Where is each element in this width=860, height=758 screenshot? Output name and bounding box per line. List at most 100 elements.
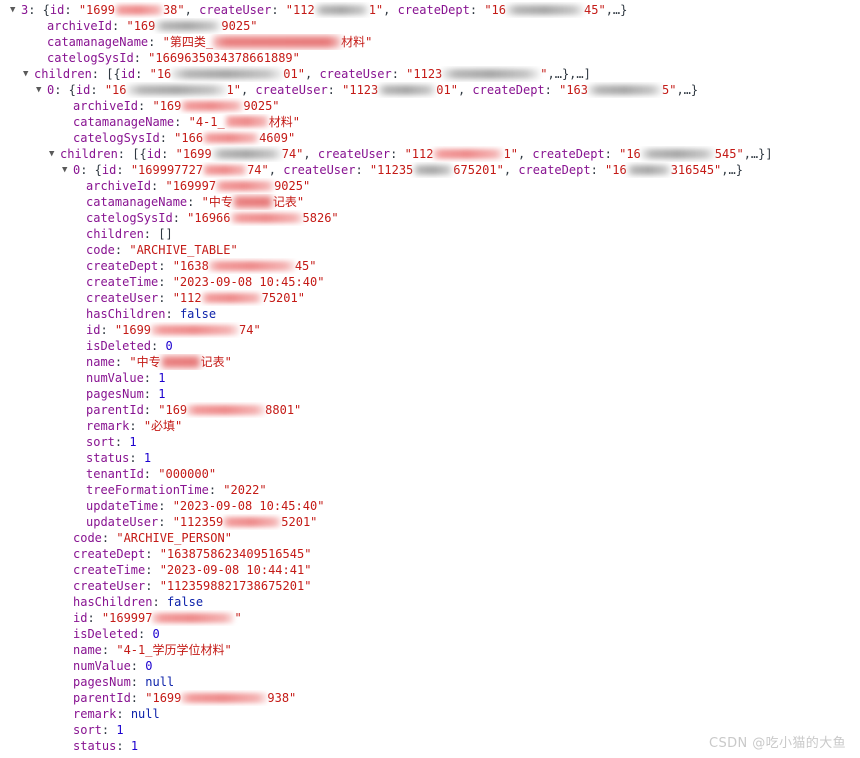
tree-row[interactable]: updateUser: "112359 5201" (0, 514, 860, 530)
value-start: "169 (126, 19, 156, 33)
key-updateTime: updateTime (86, 499, 159, 513)
tree-row[interactable]: pagesNum: 1 (0, 386, 860, 402)
tree-row[interactable]: catamanageName: "4-1_ 材料" (0, 114, 860, 130)
tree-row[interactable]: 0: {id: "161", createUser: "112301", cre… (0, 82, 860, 98)
tree-row[interactable]: numValue: 0 (0, 658, 860, 674)
tree-row[interactable]: pagesNum: null (0, 674, 860, 690)
redaction-block (213, 35, 342, 48)
tree-row[interactable]: createDept: "1638758623409516545" (0, 546, 860, 562)
disclosure-triangle-icon[interactable] (36, 82, 46, 98)
value-null: null (145, 675, 175, 689)
colon: : (133, 51, 149, 65)
tree-row[interactable]: children: [{id: "1699 74", createUser: "1… (0, 146, 860, 162)
tree-row[interactable]: createTime: "2023-09-08 10:45:40" (0, 274, 860, 290)
tree-row[interactable]: createTime: "2023-09-08 10:44:41" (0, 562, 860, 578)
tree-row[interactable]: status: 1 (0, 450, 860, 466)
value-start: "1699 (145, 691, 182, 705)
key-numValue: numValue (86, 371, 144, 385)
tree-row[interactable]: updateTime: "2023-09-08 10:45:40" (0, 498, 860, 514)
tree-row[interactable]: archiveId: "169 9025" (0, 98, 860, 114)
tree-row[interactable]: treeFormationTime: "2022" (0, 482, 860, 498)
value-end: 75201" (261, 291, 305, 305)
tree-row[interactable]: createUser: "112 75201" (0, 290, 860, 306)
tree-row[interactable]: catamanageName: "中专 记表" (0, 194, 860, 210)
redaction-block (114, 4, 163, 15)
colon: : (158, 291, 173, 305)
colon: : (143, 403, 159, 417)
key-catamanageName: catamanageName (86, 195, 188, 209)
colon: : (143, 387, 159, 401)
colon: : (130, 675, 146, 689)
tree-row[interactable]: catamanageName: "第四类_ 材料" (0, 34, 860, 50)
tree-row[interactable]: hasChildren: false (0, 306, 860, 322)
value-end: 938" (267, 691, 297, 705)
key-catamanageName: catamanageName (73, 115, 175, 129)
disclosure-triangle-icon[interactable] (10, 2, 20, 18)
redaction-block (413, 164, 454, 175)
redaction-block (187, 404, 266, 415)
tree-row[interactable]: id: "169997 " (0, 610, 860, 626)
value-start: "1699 (175, 147, 212, 161)
colon: : (129, 451, 144, 465)
colon: : (135, 67, 150, 81)
tree-row[interactable]: catelogSysId: "166 4609" (0, 130, 860, 146)
tree-row[interactable]: isDeleted: 0 (0, 626, 860, 642)
tree-row[interactable]: catelogSysId: "1669635034378661889" (0, 50, 860, 66)
tree-row[interactable]: remark: null (0, 706, 860, 722)
tree-row[interactable]: parentId: "1699 938" (0, 690, 860, 706)
colon: : (590, 163, 606, 177)
value-start: "166 (174, 131, 204, 145)
tree-row[interactable]: 0: {id: "16999772774", createUser: "1123… (0, 162, 860, 178)
tree-row[interactable]: id: "1699 74" (0, 322, 860, 338)
value-end: 记表" (200, 355, 232, 369)
tree-row[interactable]: children: [{id: "16 01", createUser: "112… (0, 66, 860, 82)
value-start: "4-1_ (188, 115, 225, 129)
value-end: 01" (436, 83, 458, 97)
value-start: "1638 (172, 259, 209, 273)
console-object-tree: 3: {id: "169938", createUser: "1121", cr… (0, 0, 860, 758)
tree-row[interactable]: parentId: "169 8801" (0, 402, 860, 418)
value-number: 1 (158, 387, 166, 401)
tree-row[interactable]: isDeleted: 0 (0, 338, 860, 354)
tree-row[interactable]: 3: {id: "169938", createUser: "1121", cr… (0, 2, 860, 18)
disclosure-triangle-icon[interactable] (49, 146, 59, 162)
tree-row[interactable]: archiveId: "169997 9025" (0, 178, 860, 194)
colon: : (158, 275, 173, 289)
tree-row[interactable]: archiveId: "169 9025" (0, 18, 860, 34)
disclosure-triangle-icon[interactable] (62, 162, 72, 178)
key-id: id (120, 67, 136, 81)
colon: : (101, 643, 117, 657)
key-sort: sort (86, 435, 115, 449)
comma: , (503, 163, 519, 177)
value-number: 1 (143, 451, 152, 465)
tree-row[interactable]: numValue: 1 (0, 370, 860, 386)
tree-row[interactable]: name: "中专 记表" (0, 354, 860, 370)
value-number: 1 (129, 435, 137, 449)
tree-row[interactable]: name: "4-1_学历学位材料" (0, 642, 860, 658)
tree-row[interactable]: hasChildren: false (0, 594, 860, 610)
tree-row[interactable]: createUser: "1123598821738675201" (0, 578, 860, 594)
value-start: "169 (152, 99, 182, 113)
tree-row[interactable]: children: [] (0, 226, 860, 242)
key-archiveId: archiveId (86, 179, 152, 193)
tree-row[interactable]: createDept: "1638 45" (0, 258, 860, 274)
key-createUser: createUser (283, 163, 356, 177)
tree-row[interactable]: tenantId: "000000" (0, 466, 860, 482)
key-sort: sort (73, 723, 102, 737)
disclosure-triangle-icon[interactable] (23, 66, 33, 82)
value: "1669635034378661889" (148, 51, 300, 65)
redaction-block (506, 4, 584, 15)
value-start: "16966 (187, 211, 231, 225)
key-id: id (86, 323, 101, 337)
tree-row[interactable]: code: "ARCHIVE_TABLE" (0, 242, 860, 258)
tree-row[interactable]: sort: 1 (0, 434, 860, 450)
value: "000000" (158, 467, 217, 481)
value-start: "第四类_ (162, 35, 214, 49)
tree-row[interactable]: remark: "必填" (0, 418, 860, 434)
colon: : (116, 739, 131, 753)
tree-row[interactable]: catelogSysId: "16966 5826" (0, 210, 860, 226)
key-archiveId: archiveId (47, 19, 113, 33)
colon: : (271, 3, 286, 17)
comma: , (383, 3, 398, 17)
tree-row[interactable]: code: "ARCHIVE_PERSON" (0, 530, 860, 546)
